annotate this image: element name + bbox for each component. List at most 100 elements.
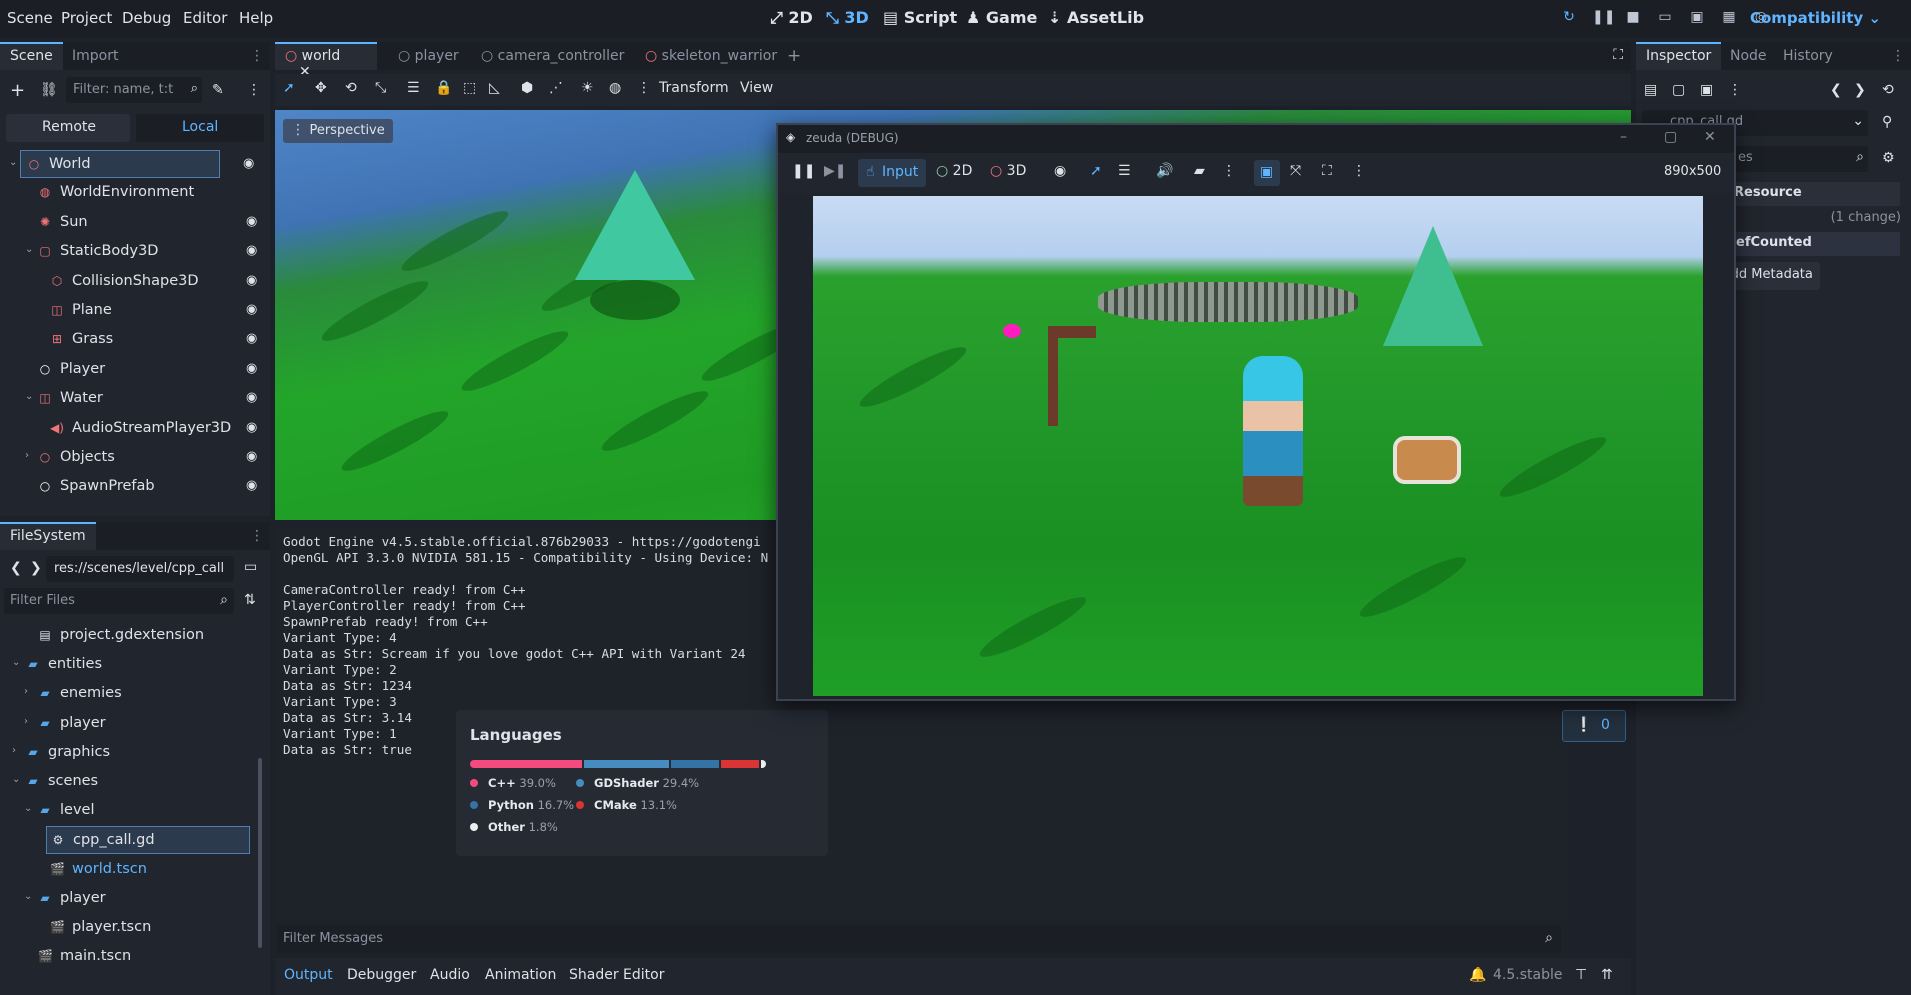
tab-scene[interactable]: Scene <box>0 42 63 70</box>
reload-icon[interactable]: ↻ <box>1560 9 1578 27</box>
renderer-selector[interactable]: Compatibility ⌄ <box>1750 9 1881 27</box>
tree-item-world[interactable]: ⌄ ○ World ◉ <box>9 150 254 178</box>
list-select-icon[interactable]: ☰ <box>407 80 420 96</box>
workspace-script[interactable]: ▤ Script <box>883 8 957 27</box>
pause-icon[interactable]: ❚❚ <box>792 163 815 179</box>
save-icon[interactable]: ▣ <box>1700 82 1713 98</box>
visibility-icon[interactable]: ◉ <box>246 243 262 259</box>
add-tab-icon[interactable]: + <box>787 46 801 66</box>
view-menu[interactable]: View <box>740 80 773 96</box>
rotate-tool-icon[interactable]: ⟲ <box>345 80 357 96</box>
tab-inspector[interactable]: Inspector <box>1636 42 1722 70</box>
chevron-down-icon[interactable]: ⌄ <box>12 774 20 785</box>
tree-item-objects[interactable]: › ○ Objects ◉ <box>0 444 268 472</box>
file-item-enemies[interactable]: › ▰ enemies <box>0 680 254 708</box>
maximize-icon[interactable]: ▢ <box>1664 129 1677 145</box>
visibility-icon[interactable]: ◉ <box>246 302 262 318</box>
camera-icon[interactable]: ▰ <box>1194 163 1205 179</box>
fullscreen-icon[interactable]: ⛶ <box>1613 47 1623 63</box>
tab-camera-controller[interactable]: ○ camera_controller <box>471 42 634 70</box>
chevron-down-icon[interactable]: ⌄ <box>24 891 32 902</box>
forward-icon[interactable]: ❯ <box>1854 82 1866 98</box>
visibility-icon[interactable]: ◉ <box>246 361 262 377</box>
visibility-icon[interactable]: ◉ <box>246 478 262 494</box>
add-node-icon[interactable]: + <box>10 80 25 101</box>
tab-import[interactable]: Import <box>62 42 128 70</box>
file-item-player[interactable]: ⌄ ▰ player <box>0 885 254 913</box>
menu-debug[interactable]: Debug <box>122 9 171 27</box>
tree-item-water[interactable]: ⌄ ◫ Water ◉ <box>0 385 268 413</box>
visibility-icon[interactable]: ◉ <box>243 156 259 172</box>
scrollbar[interactable] <box>258 758 262 948</box>
move-tool-icon[interactable]: ✥ <box>315 80 327 96</box>
workspace-2d[interactable]: ⤢ 2D <box>770 8 813 28</box>
minimize-icon[interactable]: – <box>1620 129 1627 145</box>
sun-preview-icon[interactable]: ☀ <box>581 80 594 96</box>
workspace-3d[interactable]: ⤡ 3D <box>826 8 869 28</box>
more-icon[interactable]: ⋮ <box>637 80 651 96</box>
pin-icon[interactable]: ⊤ <box>1575 967 1587 983</box>
remote-debug-icon[interactable]: ▭ <box>1656 9 1674 27</box>
audio-icon[interactable]: 🔊 <box>1156 163 1173 179</box>
transform-menu[interactable]: Transform <box>659 80 729 96</box>
chevron-down-icon[interactable]: ⌄ <box>25 391 33 402</box>
menu-editor[interactable]: Editor <box>183 9 227 27</box>
chevron-down-icon[interactable]: ⌄ <box>9 157 17 168</box>
notification-icon[interactable]: 🔔 <box>1469 967 1486 983</box>
local-space-icon[interactable]: ⬢ <box>521 80 533 96</box>
remote-button[interactable]: Remote <box>6 114 130 142</box>
stretch-icon[interactable]: ⤧ <box>1290 163 1301 179</box>
chevron-down-icon[interactable]: ⌄ <box>24 803 32 814</box>
menu-scene[interactable]: Scene <box>7 9 53 27</box>
perspective-menu[interactable]: ⋮ Perspective <box>283 119 393 143</box>
filter-messages-input[interactable]: Filter Messages ⌕ <box>277 925 1561 953</box>
select-tool-icon[interactable]: ➚ <box>1090 163 1102 179</box>
file-item-cpp-call-gd[interactable]: ⚙ cpp_call.gd <box>46 826 250 855</box>
lock-icon[interactable]: 🔒 <box>435 80 452 96</box>
tree-item-plane[interactable]: ◫ Plane ◉ <box>0 297 268 325</box>
visibility-icon[interactable]: ◉ <box>246 449 262 465</box>
file-item-graphics[interactable]: › ▰ graphics <box>0 739 254 767</box>
visibility-icon[interactable]: ◉ <box>246 273 262 289</box>
file-item-scenes[interactable]: ⌄ ▰ scenes <box>0 768 254 796</box>
tree-item-worldenvironment[interactable]: ◍ WorldEnvironment <box>0 179 268 207</box>
object-properties-icon[interactable]: ⚲ <box>1882 114 1892 130</box>
sort-icon[interactable]: ⇅ <box>244 592 256 608</box>
history-icon[interactable]: ⟲ <box>1882 82 1894 98</box>
tab-history[interactable]: History <box>1773 42 1843 70</box>
snap-icon[interactable]: ⋰ <box>549 80 563 96</box>
tree-item-collisionshape3d[interactable]: ⬡ CollisionShape3D ◉ <box>0 268 268 296</box>
chevron-down-icon[interactable]: ⌄ <box>12 657 20 668</box>
visibility-icon[interactable]: ◉ <box>246 214 262 230</box>
file-item-entities[interactable]: ⌄ ▰ entities <box>0 651 254 679</box>
file-item-player-tscn[interactable]: 🎬 player.tscn <box>0 914 254 942</box>
new-resource-icon[interactable]: ▤ <box>1644 82 1657 98</box>
tab-player[interactable]: ○ player <box>388 42 469 70</box>
keep-aspect-button[interactable]: ▣ <box>1254 160 1280 186</box>
environment-preview-icon[interactable]: ◍ <box>609 80 621 96</box>
visibility-icon[interactable]: ◉ <box>1054 163 1066 179</box>
workspace-assetlib[interactable]: ⇣ AssetLib <box>1048 8 1144 27</box>
back-icon[interactable]: ❮ <box>1830 82 1842 98</box>
tab-output[interactable]: Output <box>284 967 333 983</box>
workspace-game[interactable]: ♟ Game <box>966 8 1037 27</box>
tab-animation[interactable]: Animation <box>485 967 556 983</box>
file-item-player[interactable]: › ▰ player <box>0 710 254 738</box>
3d-mode-button[interactable]: ○ 3D <box>990 163 1026 179</box>
play-scene-icon[interactable]: ▣ <box>1688 9 1706 27</box>
tab-world[interactable]: ○ world ✕ <box>275 42 377 80</box>
settings-icon[interactable]: ⚙ <box>1882 150 1895 166</box>
local-button[interactable]: Local <box>136 114 264 142</box>
tree-item-staticbody3d[interactable]: ⌄ ▢ StaticBody3D ◉ <box>0 238 268 266</box>
filter-files-input[interactable]: Filter Files ⌕ <box>4 588 234 614</box>
play-custom-scene-icon[interactable]: ▦ <box>1720 9 1738 27</box>
dock-menu-icon[interactable]: ⋮ <box>250 48 264 64</box>
back-icon[interactable]: ❮ <box>10 560 22 576</box>
scene-filter-input[interactable]: Filter: name, t:t ⌕ <box>66 77 202 103</box>
tab-skeleton-warrior[interactable]: ○ skeleton_warrior <box>635 42 787 70</box>
chevron-down-icon[interactable]: ⌄ <box>25 244 33 255</box>
more-icon[interactable]: ⋮ <box>1352 163 1366 179</box>
more-icon[interactable]: ⋮ <box>247 82 261 98</box>
tab-node[interactable]: Node <box>1720 42 1777 70</box>
tree-item-spawnprefab[interactable]: ○ SpawnPrefab ◉ <box>0 473 268 501</box>
